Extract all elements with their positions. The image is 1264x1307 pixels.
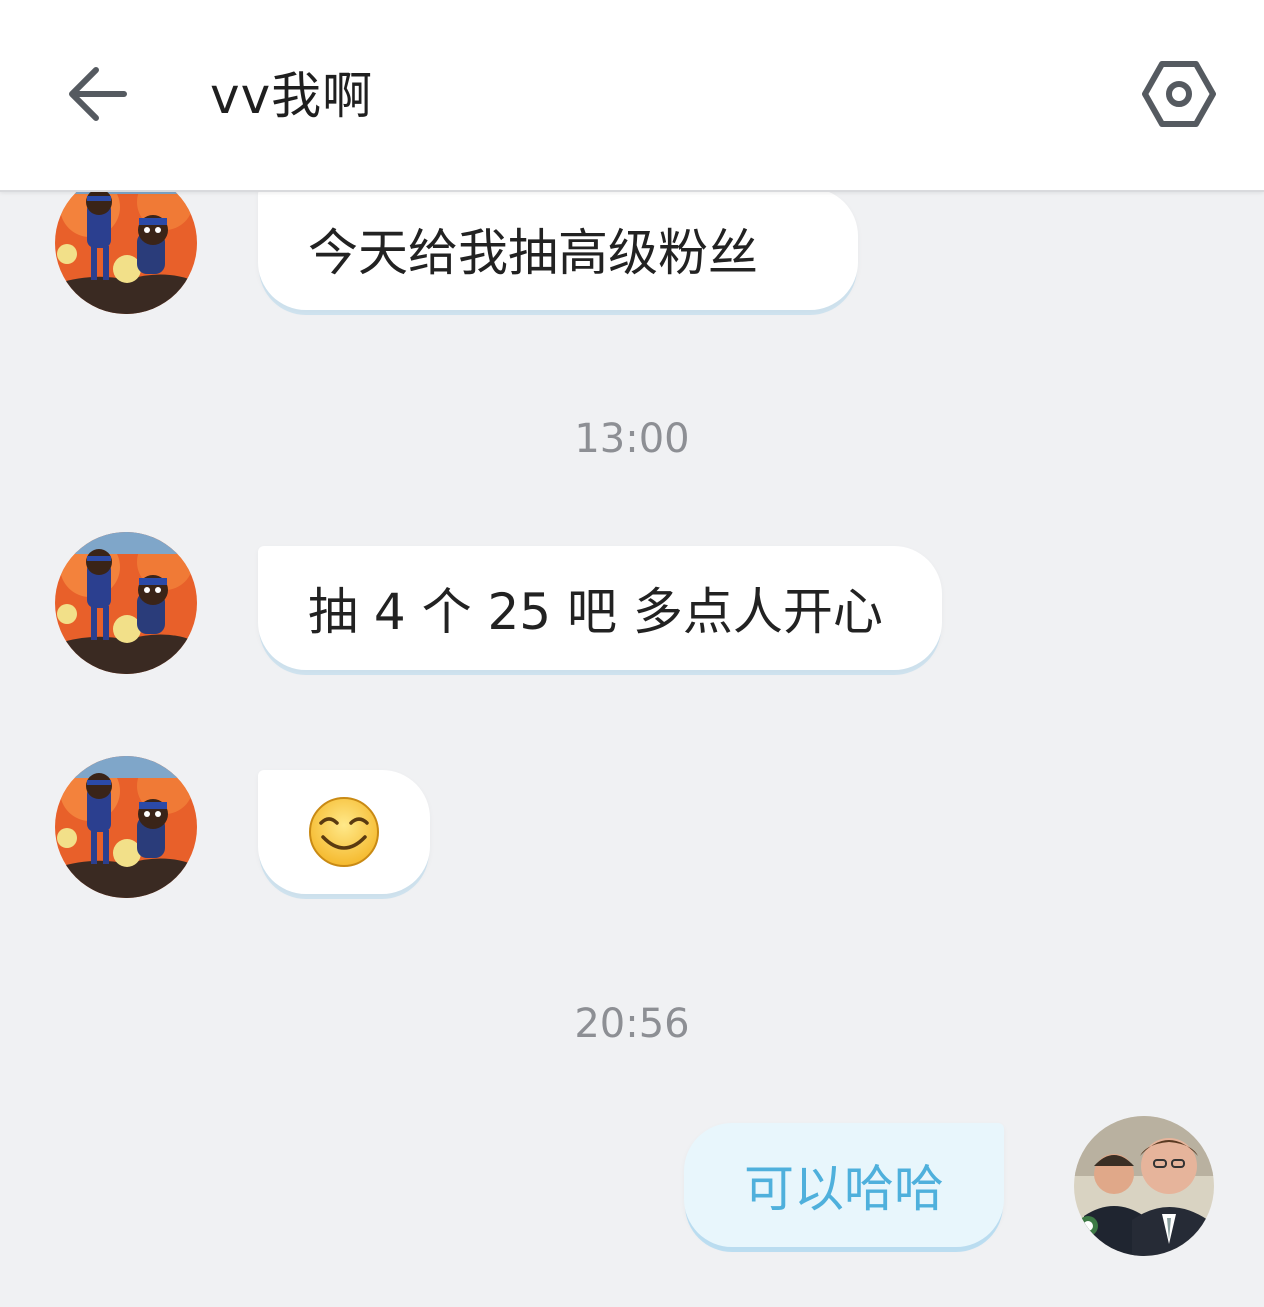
photo-avatar-image	[1074, 1116, 1214, 1256]
cartoon-avatar-image	[55, 532, 197, 674]
my-avatar[interactable]	[1074, 1116, 1214, 1256]
hexagon-gear-icon	[1142, 61, 1216, 127]
message-bubble[interactable]: 今天给我抽高级粉丝	[258, 188, 858, 310]
settings-button[interactable]	[1138, 54, 1220, 134]
chat-screen: vv我啊 今天给我抽高级粉丝 13:00 抽 4 个 25 吧 多点人开心 20…	[0, 0, 1264, 1307]
back-button[interactable]	[58, 54, 138, 134]
cartoon-avatar-image	[55, 172, 197, 314]
contact-avatar[interactable]	[55, 172, 197, 314]
message-timestamp: 20:56	[574, 1001, 690, 1047]
message-text: 抽 4 个 25 吧 多点人开心	[308, 583, 883, 641]
cartoon-avatar-image	[55, 756, 197, 898]
chat-header: vv我啊	[0, 0, 1264, 192]
emoji-message-bubble[interactable]	[258, 770, 430, 894]
contact-avatar[interactable]	[55, 756, 197, 898]
contact-avatar[interactable]	[55, 532, 197, 674]
message-text: 今天给我抽高级粉丝	[308, 224, 758, 282]
message-bubble[interactable]: 抽 4 个 25 吧 多点人开心	[258, 546, 942, 670]
grinning-squint-emoji-icon	[309, 797, 379, 867]
my-message-bubble[interactable]: 可以哈哈	[684, 1123, 1004, 1247]
arrow-left-icon	[69, 67, 127, 121]
message-timestamp: 13:00	[574, 416, 690, 462]
message-text: 可以哈哈	[744, 1160, 944, 1218]
chat-title: vv我啊	[210, 67, 374, 125]
